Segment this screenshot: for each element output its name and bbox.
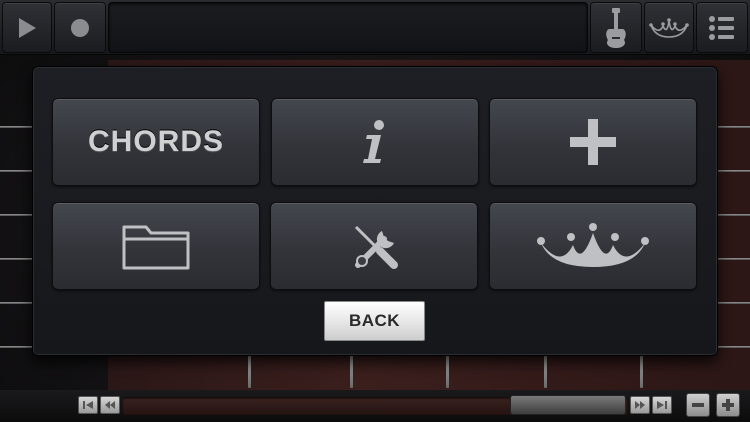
folder-icon [122,225,190,270]
record-button[interactable] [54,2,106,53]
back-label: BACK [348,311,401,330]
play-button[interactable] [2,2,52,53]
guitar-app: CHORDS BACK [0,0,750,422]
back-button[interactable]: BACK [324,301,425,341]
chords-label: CHORDS [87,125,224,158]
skip-end-icon [657,401,667,409]
string-right [718,346,750,348]
step-forward-button[interactable] [630,396,650,414]
string-right [718,170,750,172]
zoom-out-button[interactable] [686,393,710,417]
chords-button[interactable]: CHORDS [52,98,260,186]
crown-icon [537,223,649,267]
guitar-button[interactable] [590,2,642,53]
plus-small-icon [722,399,734,411]
crown-menu-button[interactable] [489,202,697,290]
string-right [718,258,750,260]
string-right [718,126,750,128]
toolbar-display [108,2,588,53]
menu-button[interactable] [696,2,748,53]
guitar-icon [606,7,626,48]
skip-end-button[interactable] [652,396,672,414]
play-icon [19,17,36,38]
string-left [0,302,34,304]
add-button[interactable] [489,98,697,186]
skip-start-icon [83,401,93,409]
string-left [0,170,34,172]
menu-list-icon [709,15,734,40]
open-folder-button[interactable] [52,202,260,290]
record-icon [71,18,89,37]
top-toolbar [0,0,750,55]
string-left [0,346,34,348]
info-icon [363,120,384,163]
string-left [0,258,34,260]
step-forward-icon [635,401,645,409]
crown-icon [649,17,689,38]
info-button[interactable] [271,98,479,186]
step-back-icon [105,401,115,409]
string-left [0,126,34,128]
string-right [718,214,750,216]
tools-icon [354,225,398,269]
settings-tools-button[interactable] [270,202,478,290]
plus-icon [570,119,616,165]
string-left [0,214,34,216]
zoom-in-button[interactable] [716,393,740,417]
step-back-button[interactable] [100,396,120,414]
scroll-thumb[interactable] [510,395,626,415]
string-right [718,302,750,304]
minus-icon [692,403,704,407]
skip-start-button[interactable] [78,396,98,414]
crown-button[interactable] [644,2,694,53]
